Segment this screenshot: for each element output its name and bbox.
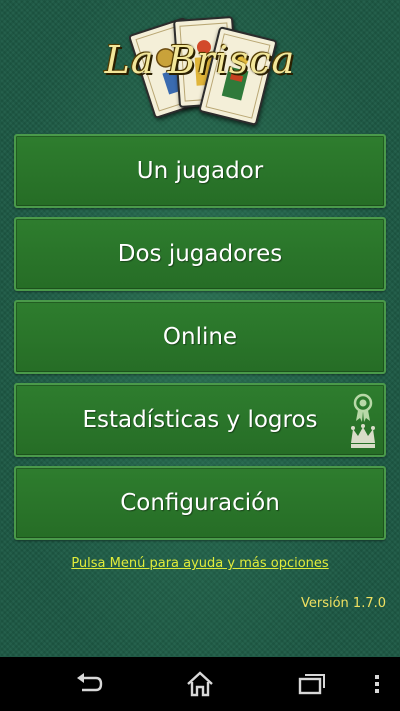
two-players-label: Dos jugadores <box>117 241 283 267</box>
app-header: La Brisca <box>0 0 400 128</box>
recent-apps-icon[interactable] <box>297 670 327 698</box>
two-players-button[interactable]: Dos jugadores <box>14 217 386 291</box>
stats-achievements-button[interactable]: Estadísticas y logros <box>14 383 386 457</box>
single-player-button[interactable]: Un jugador <box>14 134 386 208</box>
back-icon[interactable] <box>74 670 104 698</box>
version-label: Versión 1.7.0 <box>300 596 386 611</box>
online-button[interactable]: Online <box>14 300 386 374</box>
single-player-label: Un jugador <box>136 158 264 184</box>
medal-icon <box>353 393 373 422</box>
stats-achievements-label: Estadísticas y logros <box>82 407 318 433</box>
home-icon[interactable] <box>185 670 215 698</box>
android-navigation-bar <box>0 657 400 711</box>
overflow-menu-icon[interactable] <box>366 670 388 698</box>
crown-icon <box>351 424 375 448</box>
main-menu: Un jugador Dos jugadores Online Estadíst… <box>14 134 386 549</box>
online-label: Online <box>162 324 238 350</box>
achievement-badges <box>348 393 378 451</box>
settings-label: Configuración <box>120 490 280 516</box>
help-link[interactable]: Pulsa Menú para ayuda y más opciones <box>0 556 400 571</box>
app-title: La Brisca <box>104 38 296 82</box>
settings-button[interactable]: Configuración <box>14 466 386 540</box>
